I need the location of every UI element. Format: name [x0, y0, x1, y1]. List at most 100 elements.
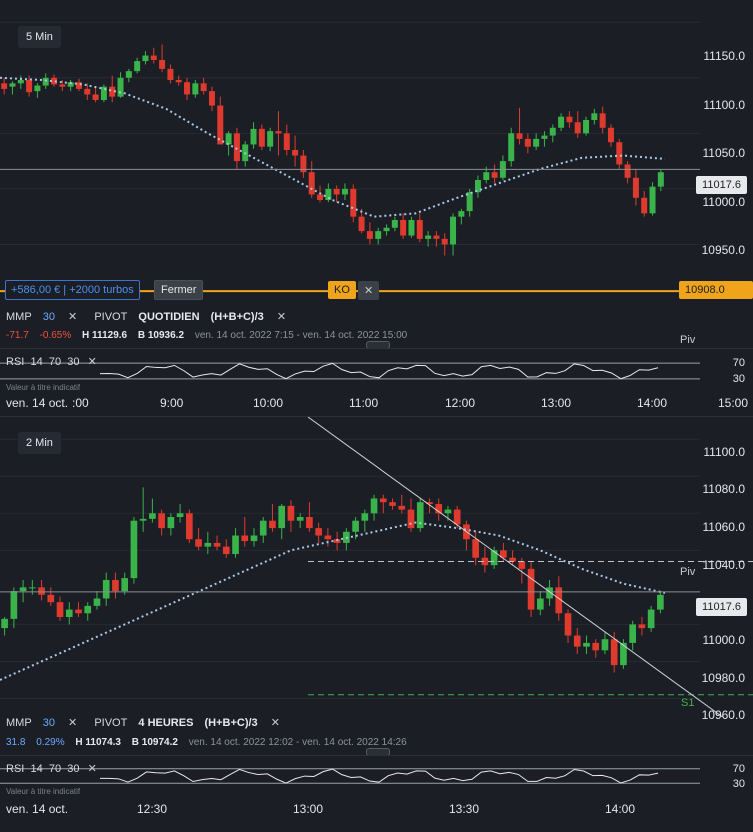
top-timeframe-badge[interactable]: 5 Min	[18, 26, 61, 48]
candle-body	[491, 172, 498, 178]
candle-body	[610, 639, 618, 666]
candle-body	[624, 164, 631, 178]
candle-body	[391, 220, 398, 228]
candle-body	[167, 517, 175, 529]
top-stats-row: -71.7 -0.65% H 11129.6 B 10936.2 ven. 14…	[6, 330, 415, 341]
session-range: ven. 14 oct. 2022 12:02 - ven. 14 oct. 2…	[188, 737, 407, 748]
candle-body	[453, 509, 461, 525]
pivot-type[interactable]: QUOTIDIEN	[138, 311, 199, 323]
position-qty: +2000 turbos	[69, 284, 134, 296]
candle-body	[9, 83, 16, 87]
candle-body	[204, 542, 212, 547]
time-tick: 13:00	[541, 396, 572, 410]
candle-body	[134, 61, 141, 72]
top-price-chart[interactable]	[0, 0, 753, 300]
close-position-button[interactable]: Fermer	[154, 280, 204, 300]
candle-body	[564, 613, 572, 636]
bottom-y-tick: 11060.0	[702, 520, 746, 534]
cancel-ko-button[interactable]: ✕	[358, 281, 380, 300]
rsi-param[interactable]: 30	[67, 356, 79, 368]
candle-body	[10, 591, 18, 619]
top-indicator-row: MMP 30 ✕ PIVOT QUOTIDIEN (H+B+C)/3 ✕	[6, 310, 294, 323]
bottom-price-chart[interactable]	[0, 417, 753, 717]
candle-body	[629, 624, 636, 643]
rsi-param[interactable]: 14	[30, 763, 42, 775]
candle-body	[591, 113, 598, 120]
rsi-param[interactable]: 14	[30, 356, 42, 368]
rsi-disclaimer: Valeur à titre indicatif	[6, 787, 81, 796]
remove-mmp-icon[interactable]: ✕	[68, 311, 77, 323]
candle-body	[324, 535, 332, 540]
candle-body	[647, 609, 655, 629]
candle-body	[416, 220, 423, 239]
pivot-label: PIVOT	[94, 717, 128, 729]
session-high: H 11074.3	[75, 737, 121, 748]
candle-body	[583, 642, 590, 647]
candle-body	[278, 505, 286, 529]
candle-body	[315, 528, 322, 536]
candle-body	[159, 60, 166, 69]
candle-body	[308, 172, 315, 195]
candle-body	[566, 116, 573, 123]
candle-body	[29, 587, 36, 589]
remove-pivot-icon[interactable]: ✕	[271, 717, 280, 729]
candle-body	[1, 83, 8, 89]
time-tick: :00	[72, 396, 89, 410]
bottom-y-tick: 10960.0	[701, 708, 745, 722]
candle-body	[42, 77, 49, 86]
session-low: B 10974.2	[131, 737, 178, 748]
rsi-level-30: 30	[732, 778, 745, 790]
rsi-param[interactable]: 70	[49, 356, 61, 368]
rsi-line	[99, 362, 659, 380]
session-range: ven. 14 oct. 2022 7:15 - ven. 14 oct. 20…	[194, 330, 408, 341]
time-tick: 11:00	[349, 396, 379, 410]
position-summary[interactable]: +586,00 € | +2000 turbos	[5, 280, 140, 300]
remove-rsi-icon[interactable]: ✕	[88, 356, 97, 368]
mmp-period[interactable]: 30	[43, 311, 55, 323]
remove-pivot-icon[interactable]: ✕	[277, 311, 286, 323]
candle-body	[541, 135, 548, 139]
candle-body	[213, 542, 221, 547]
candle-body	[509, 557, 516, 562]
candle-body	[142, 55, 149, 62]
candle-body	[444, 509, 452, 514]
bottom-timeframe-badge[interactable]: 2 Min	[18, 432, 61, 454]
candle-body	[632, 177, 639, 198]
candle-body	[102, 579, 110, 599]
time-tick: 10:00	[253, 396, 284, 410]
candle-body	[241, 535, 249, 542]
rsi-param[interactable]: 70	[49, 763, 61, 775]
top-time-axis: ven. 14 oct. :00 9:00 10:00 11:00 12:00 …	[0, 392, 753, 414]
candle-body	[176, 513, 184, 517]
bottom-chart-panel: 2 Min 11100.0 11080.0 11060.0 11040.0 11…	[0, 417, 753, 832]
candle-body	[306, 517, 313, 529]
candle-body	[516, 133, 523, 139]
candle-body	[225, 133, 232, 145]
candle-body	[287, 505, 295, 521]
candle-body	[490, 550, 498, 566]
mmp-label: MMP	[6, 311, 32, 323]
mmp-label: MMP	[6, 717, 32, 729]
candle-body	[65, 609, 73, 617]
bottom-stats-row: 31.8 0.29% H 11074.3 B 10974.2 ven. 14 o…	[6, 737, 415, 748]
pivot-type[interactable]: 4 HEURES	[138, 717, 193, 729]
candle-body	[583, 120, 590, 134]
candle-body	[267, 131, 274, 147]
rsi-label: RSI	[6, 763, 25, 775]
candle-body	[398, 505, 406, 510]
time-tick: ven. 14 oct.	[6, 802, 69, 816]
ko-label[interactable]: KO	[328, 281, 356, 299]
candle-body	[524, 138, 531, 147]
candle-body	[657, 594, 664, 610]
candle-body	[450, 216, 457, 245]
mmp-period[interactable]: 30	[43, 717, 55, 729]
candle-body	[192, 83, 199, 95]
rsi-level-30: 30	[732, 373, 745, 385]
top-rsi-chart	[0, 362, 700, 380]
remove-mmp-icon[interactable]: ✕	[68, 717, 77, 729]
candle-body	[250, 535, 258, 542]
candle-body	[92, 94, 99, 100]
rsi-param[interactable]: 30	[67, 763, 79, 775]
remove-rsi-icon[interactable]: ✕	[88, 763, 97, 775]
session-high: H 11129.6	[82, 330, 128, 341]
